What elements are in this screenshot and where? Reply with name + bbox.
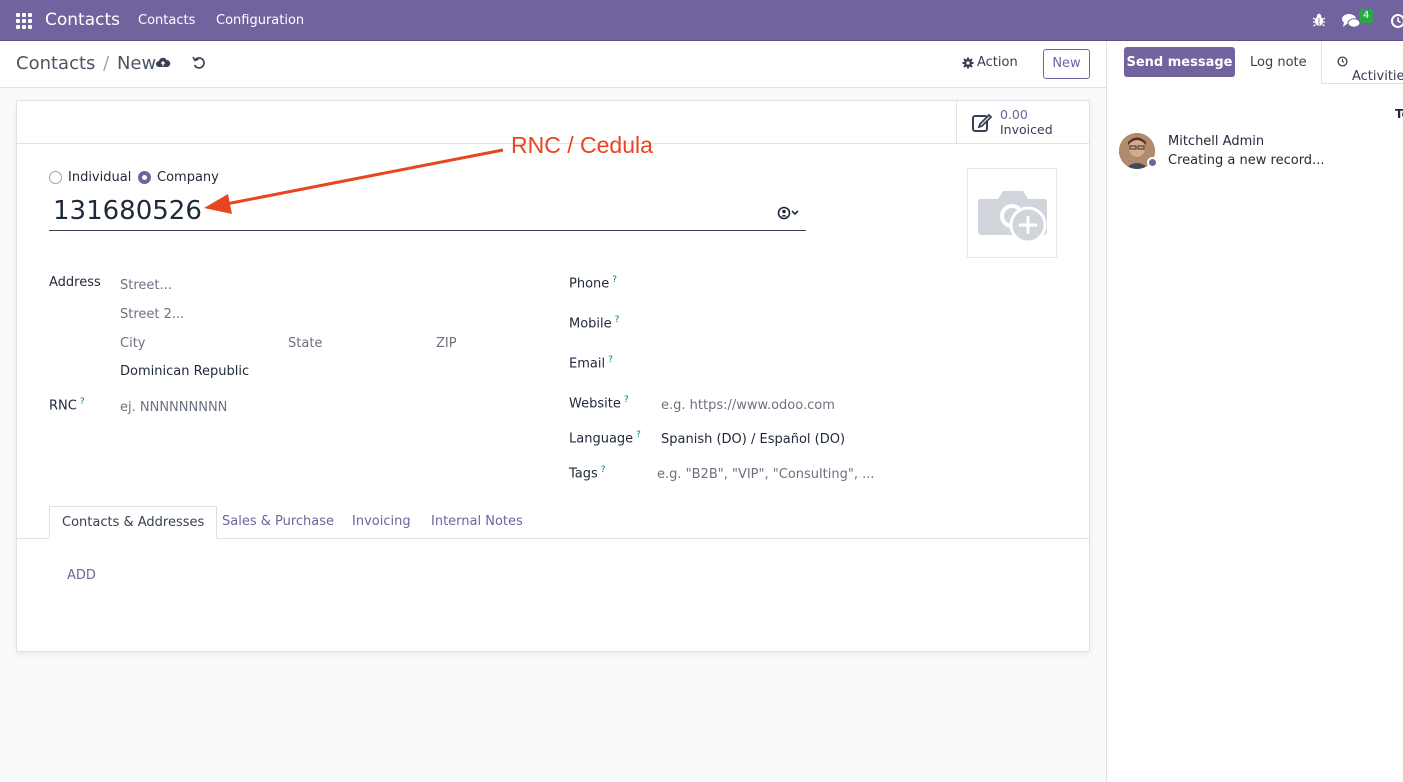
- tags-label-text: Tags: [569, 466, 598, 482]
- clock-icon: [1337, 56, 1348, 67]
- street-input[interactable]: Street...: [120, 278, 172, 293]
- tab-internal-notes[interactable]: Internal Notes: [431, 506, 523, 539]
- menu-configuration[interactable]: Configuration: [216, 13, 304, 28]
- website-help-icon[interactable]: ?: [624, 395, 629, 405]
- activities-label: Activities: [1352, 69, 1403, 84]
- state-input[interactable]: State: [288, 336, 322, 351]
- invoiced-label: Invoiced: [1000, 122, 1053, 137]
- breadcrumb-current: New: [116, 53, 157, 74]
- activity-clock-icon[interactable]: [1390, 13, 1403, 29]
- chatter-panel: Send message Log note Activities To Mitc…: [1106, 41, 1403, 782]
- apps-menu-icon[interactable]: [16, 13, 32, 29]
- annotation-label: RNC / Cedula: [511, 132, 653, 158]
- tab-contacts-addresses[interactable]: Contacts & Addresses: [49, 506, 218, 539]
- message-author[interactable]: Mitchell Admin: [1168, 134, 1264, 149]
- tags-help-icon[interactable]: ?: [601, 465, 606, 475]
- city-input[interactable]: City: [120, 336, 145, 351]
- invoiced-stat-button[interactable]: 0.00 Invoiced: [956, 101, 1089, 143]
- control-panel: Contacts / New Action New: [0, 41, 1107, 88]
- add-contact-link[interactable]: ADD: [67, 568, 96, 583]
- gear-icon: [962, 57, 974, 68]
- log-note-button[interactable]: Log note: [1250, 55, 1307, 70]
- address-label: Address: [49, 275, 101, 290]
- discard-undo-icon[interactable]: [191, 55, 207, 71]
- phone-label-text: Phone: [569, 276, 610, 292]
- radio-company-dot[interactable]: [138, 171, 151, 184]
- radio-individual-label: Individual: [68, 170, 132, 185]
- mobile-label: Mobile?: [569, 315, 619, 331]
- language-help-icon[interactable]: ?: [636, 430, 641, 440]
- action-label: Action: [977, 55, 1018, 70]
- mobile-label-text: Mobile: [569, 316, 612, 332]
- breadcrumb: Contacts / New: [16, 53, 156, 74]
- zip-input[interactable]: ZIP: [436, 336, 457, 351]
- tags-label: Tags?: [569, 465, 606, 481]
- image-upload[interactable]: [967, 168, 1057, 258]
- menu-contacts[interactable]: Contacts: [138, 13, 195, 28]
- rnc-input[interactable]: ej. NNNNNNNNN: [120, 400, 227, 415]
- breadcrumb-contacts[interactable]: Contacts: [16, 53, 95, 74]
- messaging-icon[interactable]: [1341, 12, 1361, 30]
- top-navbar: Contacts Contacts Configuration 4: [0, 0, 1403, 41]
- tags-input[interactable]: e.g. "B2B", "VIP", "Consulting", ...: [657, 467, 874, 482]
- mobile-help-icon[interactable]: ?: [615, 315, 620, 325]
- street2-input[interactable]: Street 2...: [120, 307, 184, 322]
- radio-individual-dot[interactable]: [49, 171, 62, 184]
- notebook-tabs: Contacts & Addresses Sales & Purchase In…: [17, 506, 1089, 539]
- message-body: Creating a new record...: [1168, 153, 1325, 168]
- user-circle-dropdown-icon[interactable]: [777, 205, 803, 221]
- app-name[interactable]: Contacts: [45, 10, 120, 30]
- invoiced-value: 0.00: [1000, 107, 1028, 122]
- radio-individual[interactable]: Individual: [49, 170, 131, 185]
- rnc-label-text: RNC: [49, 398, 77, 414]
- chat-count-badge: 4: [1359, 9, 1374, 23]
- phone-label: Phone?: [569, 275, 617, 291]
- online-status-dot: [1147, 157, 1158, 168]
- tab-invoicing[interactable]: Invoicing: [352, 506, 411, 539]
- edit-invoice-icon: [972, 113, 993, 132]
- website-input[interactable]: e.g. https://www.odoo.com: [661, 398, 835, 413]
- activities-button[interactable]: Activities: [1321, 41, 1403, 84]
- rnc-label: RNC?: [49, 397, 85, 413]
- camera-plus-icon: [978, 191, 1047, 244]
- breadcrumb-separator: /: [103, 53, 110, 74]
- form-sheet: 0.00 Invoiced Individual Company 1316805…: [16, 100, 1090, 652]
- action-menu-button[interactable]: Action: [962, 55, 1018, 70]
- new-button[interactable]: New: [1043, 49, 1090, 79]
- save-cloud-icon[interactable]: [155, 55, 171, 71]
- send-message-button[interactable]: Send message: [1124, 47, 1235, 77]
- language-label-text: Language: [569, 431, 634, 447]
- radio-company[interactable]: Company: [138, 170, 219, 185]
- website-label: Website?: [569, 395, 629, 411]
- radio-company-label: Company: [157, 170, 219, 185]
- name-input[interactable]: 131680526: [49, 195, 806, 231]
- date-separator: To: [1395, 107, 1403, 121]
- tab-sales-purchase[interactable]: Sales & Purchase: [222, 506, 334, 539]
- rnc-help-icon[interactable]: ?: [80, 397, 85, 407]
- language-label: Language?: [569, 430, 641, 446]
- name-value: 131680526: [53, 196, 202, 226]
- country-select[interactable]: Dominican Republic: [120, 364, 249, 379]
- phone-help-icon[interactable]: ?: [612, 275, 617, 285]
- language-select[interactable]: Spanish (DO) / Español (DO): [661, 432, 845, 447]
- activities-content: Activities: [1337, 55, 1403, 84]
- website-label-text: Website: [569, 396, 621, 412]
- email-label-text: Email: [569, 356, 606, 372]
- email-label: Email?: [569, 355, 613, 371]
- bug-icon[interactable]: [1311, 12, 1327, 28]
- email-help-icon[interactable]: ?: [608, 355, 613, 365]
